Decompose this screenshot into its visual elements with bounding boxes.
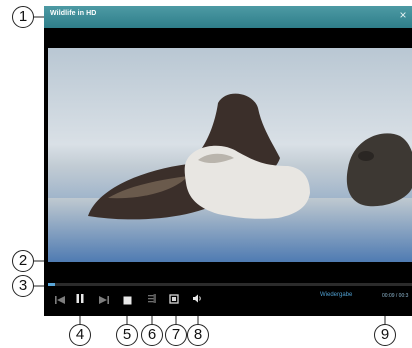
close-button[interactable]: × [396,8,410,22]
sea-lion-right-face [358,151,374,161]
callout-2: 2 [12,250,34,272]
time-display: 00:09 / 00:3 [382,293,409,299]
callout-4: 4 [69,324,91,346]
window-title: Wildlife in HD [50,10,97,17]
volume-button[interactable] [192,291,203,303]
volume-icon [193,294,201,303]
playlist-icon [148,294,156,303]
callout-6: 6 [141,324,163,346]
seek-progress [48,283,56,286]
media-player-window: Wildlife in HD × Wiedergabe 00:09 / 00:3 [44,6,412,316]
fullscreen-button[interactable] [169,291,179,304]
video-frame [48,48,412,262]
pause-button[interactable] [75,291,85,303]
callout-5: 5 [116,324,138,346]
skip-next-icon [99,296,109,304]
callout-3: 3 [12,275,34,297]
video-display[interactable] [48,48,412,262]
seek-bar[interactable] [48,283,412,286]
skip-previous-icon [55,296,65,304]
title-bar: Wildlife in HD × [44,6,412,28]
previous-button[interactable] [54,292,66,304]
next-button[interactable] [98,292,110,304]
playlist-button[interactable] [147,291,157,303]
stop-icon [123,296,132,305]
fullscreen-icon [169,294,179,304]
callout-1: 1 [12,6,34,28]
stop-button[interactable] [123,292,132,305]
playback-status: Wiedergabe [320,292,353,298]
pause-icon [76,294,84,303]
callout-9: 9 [374,324,396,346]
callout-8: 8 [187,324,209,346]
callout-7: 7 [165,324,187,346]
